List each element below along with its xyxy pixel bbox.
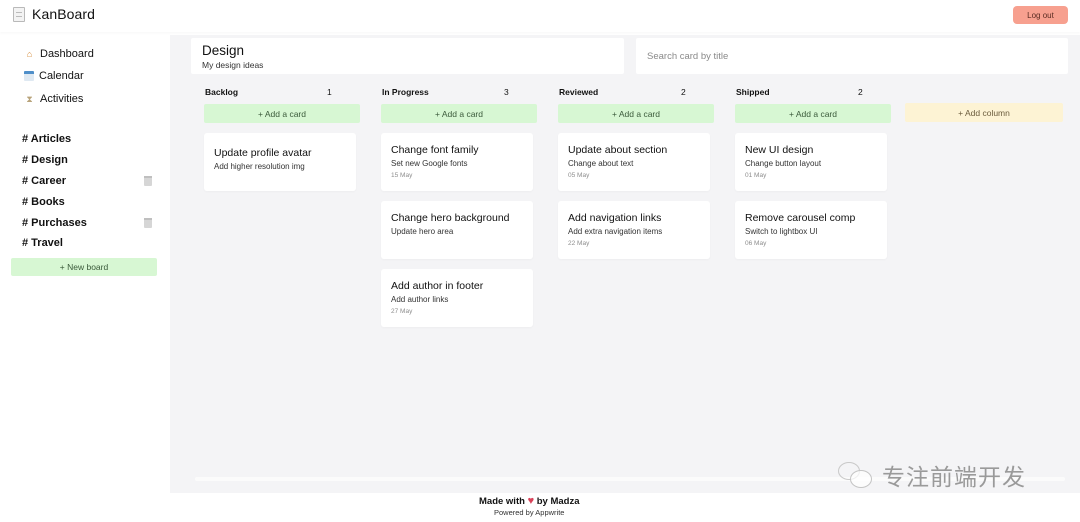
add-column-button[interactable]: + Add column	[905, 103, 1063, 122]
card-title: Update about section	[568, 144, 668, 156]
column-title: Backlog	[205, 87, 239, 97]
card-date: 01 May	[745, 172, 767, 179]
top-bar: KanBoard Log out	[0, 0, 1080, 32]
add-card-button[interactable]: + Add a card	[381, 104, 537, 123]
card[interactable]: New UI design Change button layout 01 Ma…	[735, 133, 887, 191]
board-title: Design	[202, 43, 245, 58]
card-description: Change about text	[568, 159, 634, 168]
heart-icon: ♥	[527, 495, 535, 507]
column-count: 1	[327, 87, 332, 97]
board-area: Design My design ideas Backlog 1 + Add a…	[170, 35, 1080, 493]
card[interactable]: Add author in footer Add author links 27…	[381, 269, 533, 327]
card-title: Change font family	[391, 144, 479, 156]
footer-credits: Made with ♥ by Madza	[479, 495, 580, 507]
column-title: In Progress	[382, 87, 429, 97]
board-label: # Design	[22, 154, 68, 166]
column-backlog: Backlog 1 + Add a card Update profile av…	[204, 87, 363, 191]
notepad-icon	[13, 6, 25, 22]
sidebar-item-label: Dashboard	[40, 48, 94, 60]
column-count: 2	[858, 87, 863, 97]
new-board-button[interactable]: + New board	[11, 258, 157, 276]
add-card-button[interactable]: + Add a card	[558, 104, 714, 123]
board-description: My design ideas	[202, 60, 264, 70]
card-description: Add extra navigation items	[568, 227, 663, 236]
card-description: Add author links	[391, 295, 449, 304]
card-title: New UI design	[745, 144, 814, 156]
card-date: 27 May	[391, 308, 413, 315]
search-input[interactable]	[636, 38, 1068, 74]
app-name: KanBoard	[32, 6, 96, 22]
sidebar-item-dashboard[interactable]: ⌂ Dashboard	[24, 48, 94, 60]
card-date: 06 May	[745, 240, 767, 247]
column-header: Shipped 2	[735, 87, 894, 99]
column-count: 2	[681, 87, 686, 97]
board-label: # Travel	[22, 237, 63, 249]
card[interactable]: Update profile avatar Add higher resolut…	[204, 133, 356, 191]
sidebar-item-calendar[interactable]: Calendar	[24, 70, 84, 82]
card[interactable]: Add navigation links Add extra navigatio…	[558, 201, 710, 259]
sidebar: ⌂ Dashboard Calendar ⧗ Activities # Arti…	[0, 35, 170, 495]
card-title: Add author in footer	[391, 280, 484, 292]
card-description: Switch to lightbox UI	[745, 227, 818, 236]
sidebar-board-purchases[interactable]: # Purchases	[22, 217, 154, 229]
board-header: Design My design ideas	[191, 38, 624, 74]
add-card-button[interactable]: + Add a card	[735, 104, 891, 123]
sidebar-board-career[interactable]: # Career	[22, 175, 154, 187]
brand[interactable]: KanBoard	[13, 6, 95, 22]
sidebar-board-articles[interactable]: # Articles	[22, 133, 154, 145]
card[interactable]: Change hero background Update hero area	[381, 201, 533, 259]
column-title: Reviewed	[559, 87, 599, 97]
column-in-progress: In Progress 3 + Add a card Change font f…	[381, 87, 540, 327]
trash-icon[interactable]	[144, 218, 152, 228]
board-label: # Career	[22, 175, 67, 187]
powered-by-text: Powered by Appwrite	[494, 508, 565, 517]
sidebar-item-label: Activities	[40, 93, 84, 105]
column-count: 3	[504, 87, 509, 97]
author-text: by Madza	[536, 496, 580, 507]
card-title: Update profile avatar	[214, 147, 312, 159]
house-icon: ⌂	[26, 48, 33, 59]
calendar-icon	[24, 71, 34, 81]
card[interactable]: Change font family Set new Google fonts …	[381, 133, 533, 191]
board-label: # Books	[22, 196, 65, 208]
card-date: 15 May	[391, 172, 413, 179]
logout-button[interactable]: Log out	[1013, 6, 1068, 24]
trash-icon[interactable]	[144, 176, 152, 186]
column-header: In Progress 3	[381, 87, 540, 99]
card-title: Add navigation links	[568, 212, 662, 224]
card-description: Set new Google fonts	[391, 159, 468, 168]
card-date: 05 May	[568, 172, 590, 179]
card-title: Change hero background	[391, 212, 510, 224]
card-description: Add higher resolution img	[214, 162, 305, 171]
board-label: # Purchases	[22, 217, 87, 229]
hourglass-icon: ⧗	[26, 93, 33, 104]
card[interactable]: Remove carousel comp Switch to lightbox …	[735, 201, 887, 259]
add-card-button[interactable]: + Add a card	[204, 104, 360, 123]
sidebar-item-activities[interactable]: ⧗ Activities	[24, 93, 83, 105]
card-description: Change button layout	[745, 159, 822, 168]
sidebar-board-design[interactable]: # Design	[22, 154, 154, 166]
made-with-text: Made with	[479, 496, 525, 507]
card-description: Update hero area	[391, 227, 454, 236]
column-reviewed: Reviewed 2 + Add a card Update about sec…	[558, 87, 717, 259]
card[interactable]: Update about section Change about text 0…	[558, 133, 710, 191]
horizontal-scrollbar[interactable]	[195, 477, 1065, 481]
column-shipped: Shipped 2 + Add a card New UI design Cha…	[735, 87, 894, 259]
card-title: Remove carousel comp	[745, 212, 856, 224]
board-label: # Articles	[22, 133, 72, 145]
column-header: Reviewed 2	[558, 87, 717, 99]
sidebar-board-travel[interactable]: # Travel	[22, 237, 154, 249]
sidebar-item-label: Calendar	[39, 70, 84, 82]
column-title: Shipped	[736, 87, 770, 97]
sidebar-board-books[interactable]: # Books	[22, 196, 154, 208]
column-header: Backlog 1	[204, 87, 363, 99]
card-date: 22 May	[568, 240, 590, 247]
